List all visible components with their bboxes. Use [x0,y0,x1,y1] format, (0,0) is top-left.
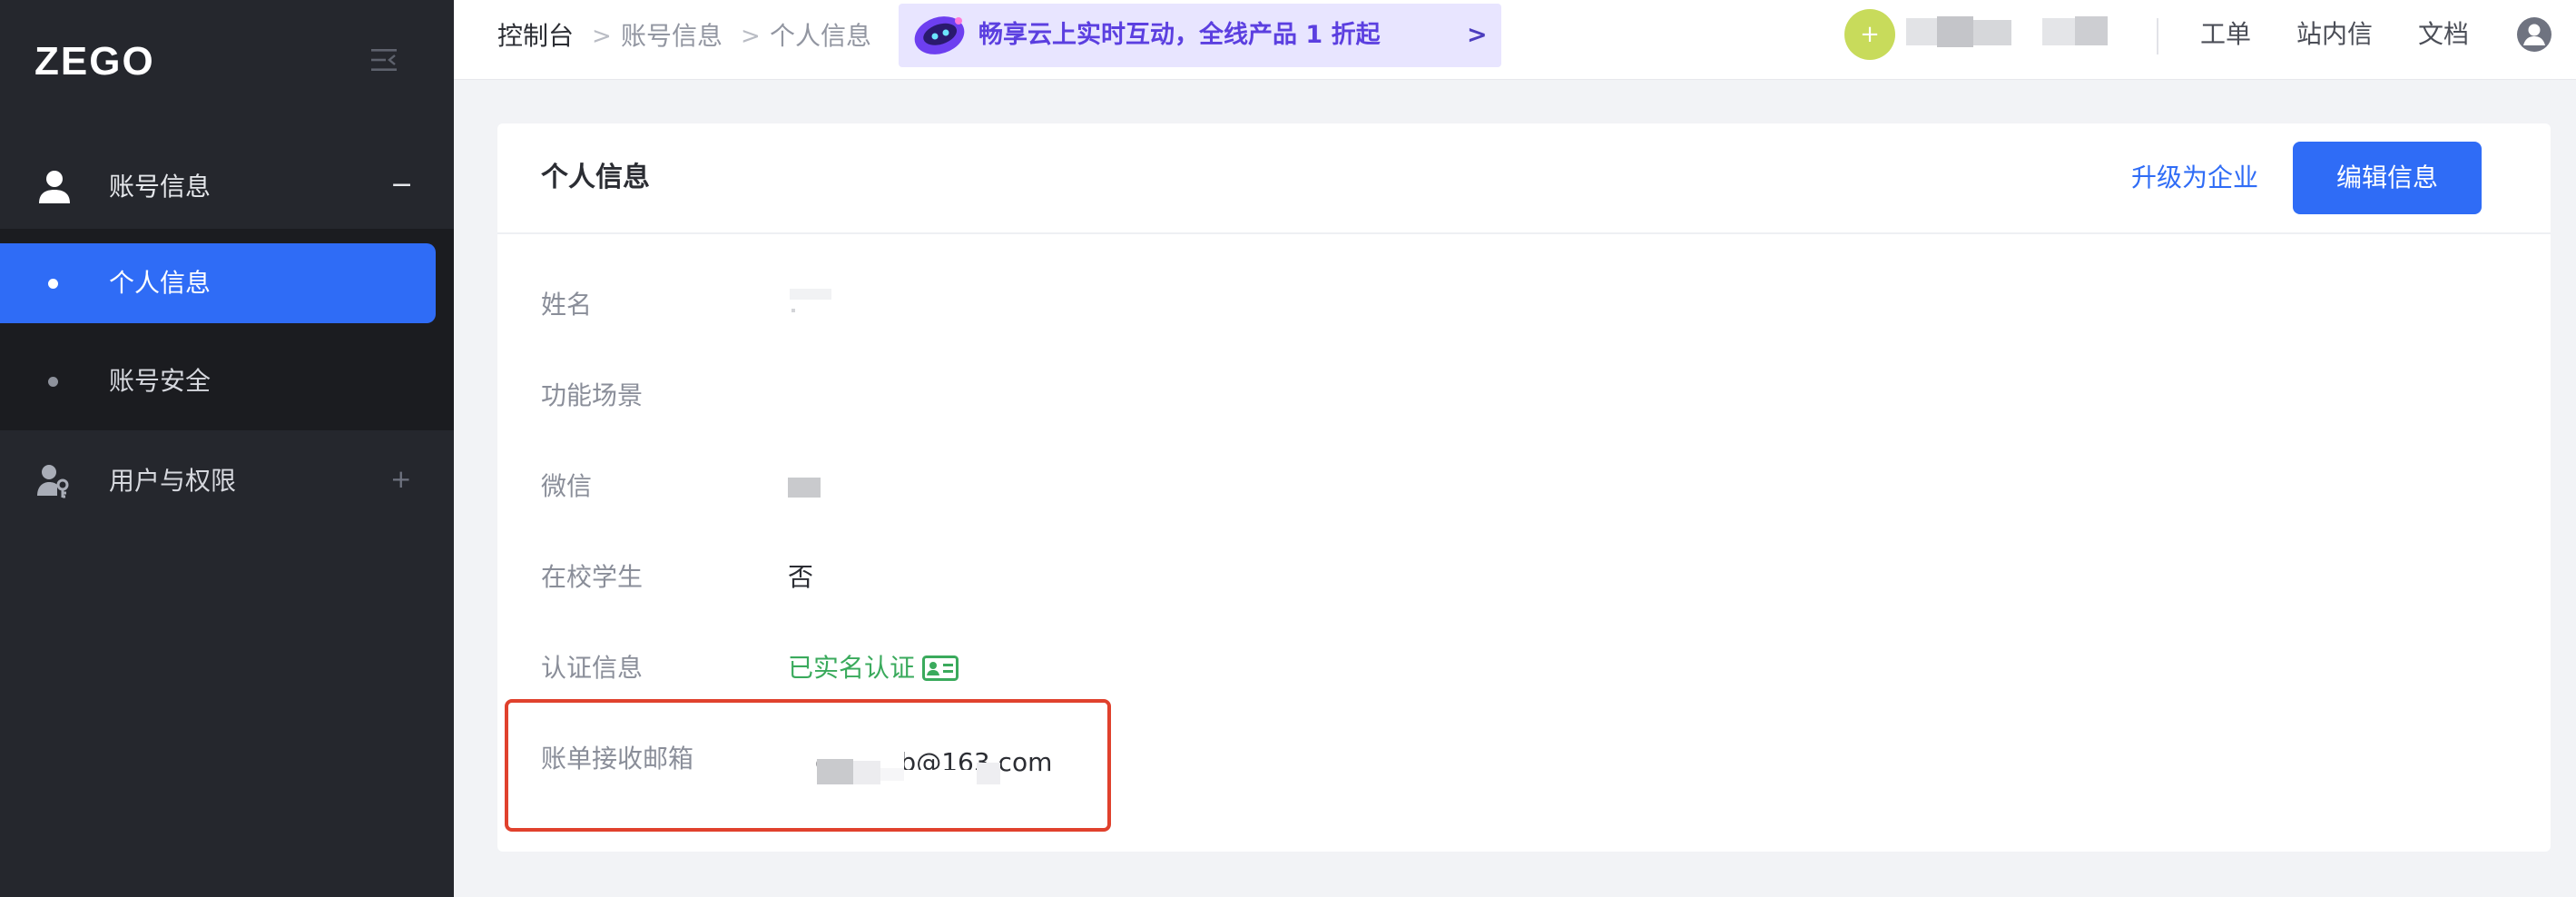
field-value-verification: 已实名认证 [788,653,916,683]
promo-arrow-icon: > [1467,21,1488,49]
personal-info-card: 个人信息 升级为企业 编辑信息 姓名 功能场景 微信 在校学生 否 认证信息 已… [497,123,2551,852]
field-label-student: 在校学生 [541,562,644,592]
redacted-email-prefix [817,748,1000,784]
bullet-dot-icon [48,279,58,289]
page-title: 个人信息 [541,162,650,193]
user-avatar-icon[interactable] [2516,16,2552,53]
breadcrumb-personal-info: 个人信息 [770,21,872,51]
collapse-toggle-icon[interactable]: − [390,167,413,203]
bullet-dot-icon [48,377,58,387]
ticket-link[interactable]: 工单 [2200,18,2251,51]
upgrade-to-enterprise-link[interactable]: 升级为企业 [2131,162,2258,194]
field-label-scenario: 功能场景 [541,380,644,410]
sidebar-item-account-security[interactable]: 账号安全 [0,341,436,421]
promo-text: 畅享云上实时互动，全线产品 1 折起 [978,21,1381,49]
promo-banner[interactable]: 畅享云上实时互动，全线产品 1 折起 > [899,4,1501,67]
sidebar-item-label: 个人信息 [109,268,211,298]
redacted-name [790,289,831,312]
top-header: 控制台 > 账号信息 > 个人信息 畅享云上实时互动，全线产品 1 折起 > +… [454,0,2576,80]
robot-promo-icon [914,16,965,54]
sidebar-group-label: 用户与权限 [109,466,237,496]
breadcrumb-separator: > [741,23,761,50]
sidebar-group-users-permissions[interactable]: 用户与权限 + [0,439,454,521]
docs-link[interactable]: 文档 [2418,18,2469,51]
sidebar-submenu-account: 个人信息 账号安全 [0,229,454,430]
expand-toggle-icon[interactable]: + [390,461,411,498]
user-key-icon [37,465,69,498]
field-label-billing-email: 账单接收邮箱 [541,744,694,774]
card-divider [497,232,2551,234]
logo-text: ZEGO [34,39,155,84]
sidebar-item-label: 账号安全 [109,366,211,396]
redacted-account-info [1906,16,2011,47]
edit-info-button[interactable]: 编辑信息 [2293,142,2482,214]
sidebar-item-personal-info[interactable]: 个人信息 [0,243,436,323]
user-icon [39,171,70,203]
add-button[interactable]: + [1844,9,1895,60]
zego-logo[interactable]: ZEGO [34,42,155,82]
collapse-sidebar-icon[interactable] [370,47,398,73]
sidebar-group-label: 账号信息 [109,172,211,202]
breadcrumb-account-info[interactable]: 账号信息 [621,20,723,53]
field-label-wechat: 微信 [541,471,593,501]
field-label-verification: 认证信息 [541,653,644,683]
field-value-student: 否 [788,562,814,592]
redacted-account-info [2042,16,2108,45]
breadcrumb-console[interactable]: 控制台 [497,20,574,53]
field-label-name: 姓名 [541,290,593,320]
redacted-wechat [788,478,821,498]
header-divider [2157,18,2158,54]
sidebar: ZEGO 账号信息 − 个人信息 账号安全 用户与权限 + [0,0,454,897]
messages-link[interactable]: 站内信 [2296,18,2373,51]
breadcrumb-separator: > [592,23,612,50]
sidebar-group-account-info[interactable]: 账号信息 − [0,145,454,227]
id-card-icon [922,656,959,681]
